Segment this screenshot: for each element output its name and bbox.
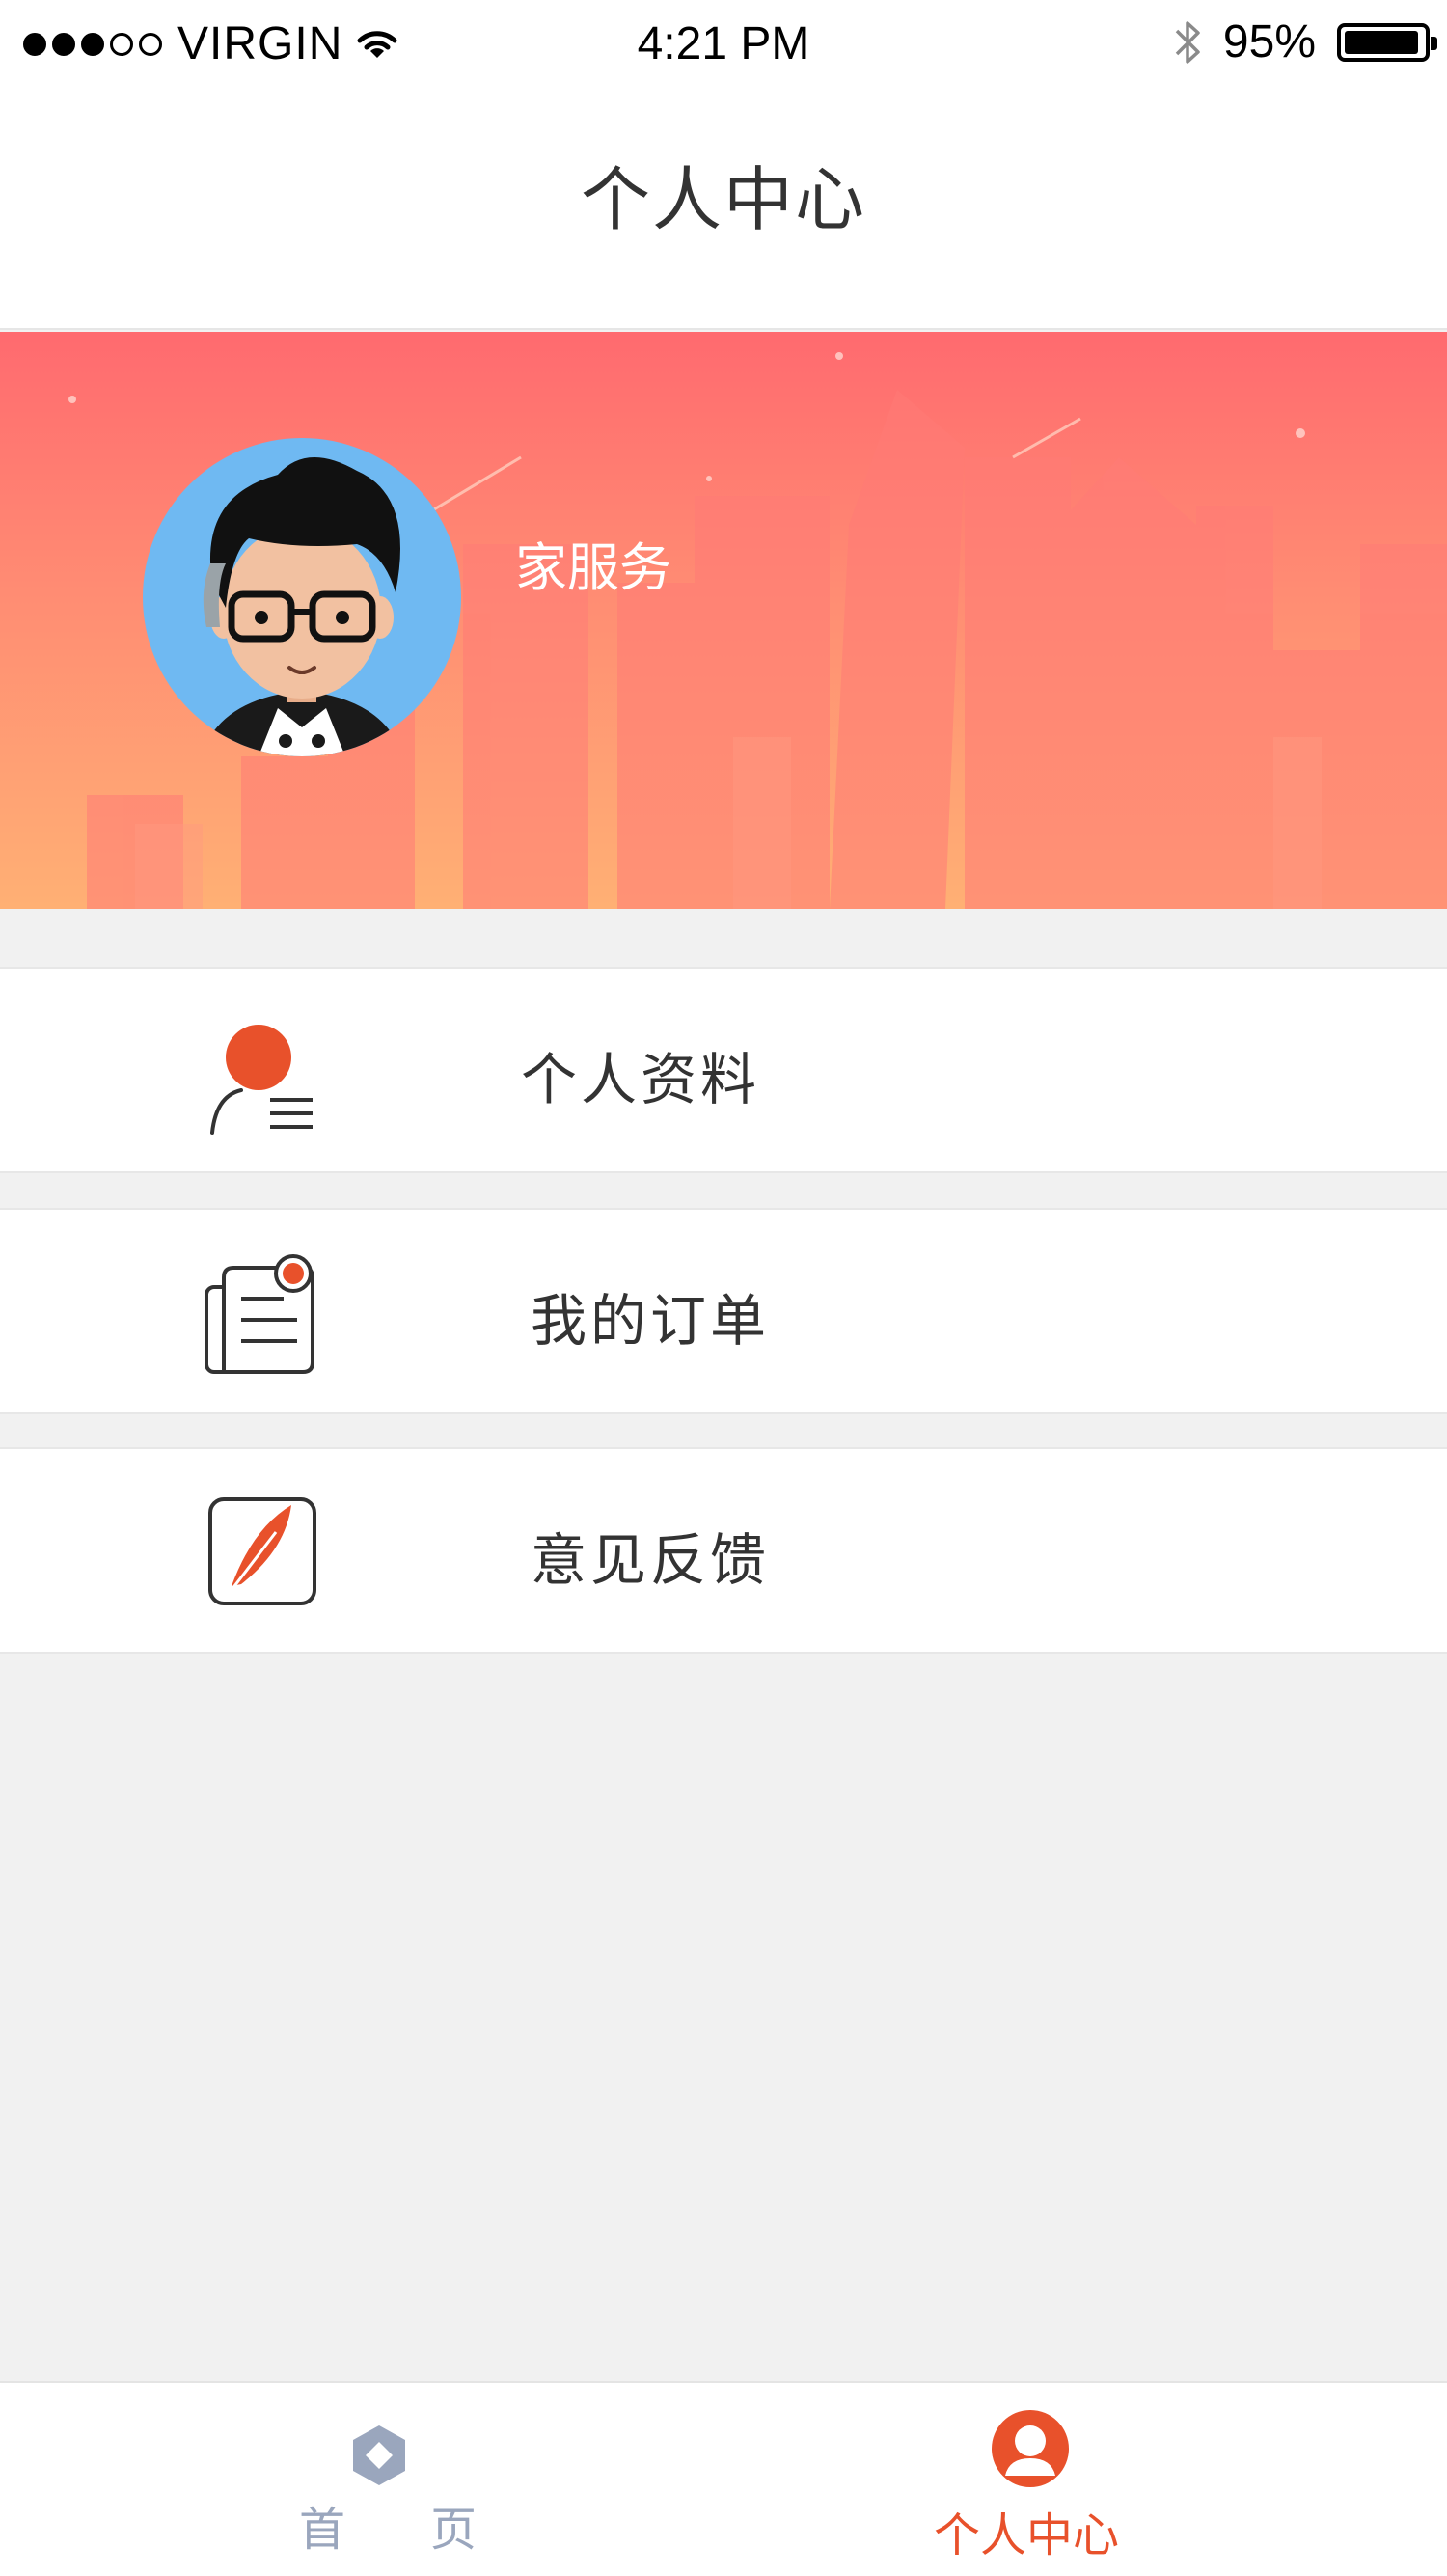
profile-name: 家服务 [515, 537, 671, 598]
status-bar: VIRGIN 4:21 PM 95% [0, 0, 1447, 87]
order-icon [205, 1254, 314, 1374]
bluetooth-icon [1175, 20, 1200, 64]
page-title: 个人中心 [580, 159, 866, 240]
profile-banner: 家服务 [0, 332, 1447, 909]
tab-profile[interactable]: 个人中心 [724, 2383, 1447, 2576]
menu-label-feedback: 意见反馈 [531, 1527, 771, 1593]
user-icon [992, 2410, 1069, 2487]
battery-icon [1337, 22, 1437, 62]
avatar-illustration [201, 456, 403, 756]
menu-label-orders: 我的订单 [531, 1288, 771, 1354]
tab-home[interactable]: 首 页 [0, 2383, 724, 2576]
navigation-bar: 个人中心 [0, 87, 1447, 330]
avatar[interactable] [143, 438, 461, 756]
tab-label-home: 首 页 [299, 2503, 497, 2557]
menu-item-feedback[interactable]: 意见反馈 [0, 1447, 1447, 1654]
feedback-icon [208, 1497, 316, 1605]
menu-item-profile[interactable]: 个人资料 [0, 967, 1447, 1173]
home-icon [353, 2425, 405, 2485]
tab-bar: 首 页 个人中心 [0, 2381, 1447, 2576]
tab-label-profile: 个人中心 [934, 2508, 1120, 2562]
status-right: 95% [1173, 15, 1437, 69]
menu-label-profile: 个人资料 [521, 1047, 761, 1112]
battery-percent: 95% [1222, 16, 1316, 68]
profile-icon [210, 1025, 313, 1135]
menu-item-orders[interactable]: 我的订单 [0, 1208, 1447, 1414]
